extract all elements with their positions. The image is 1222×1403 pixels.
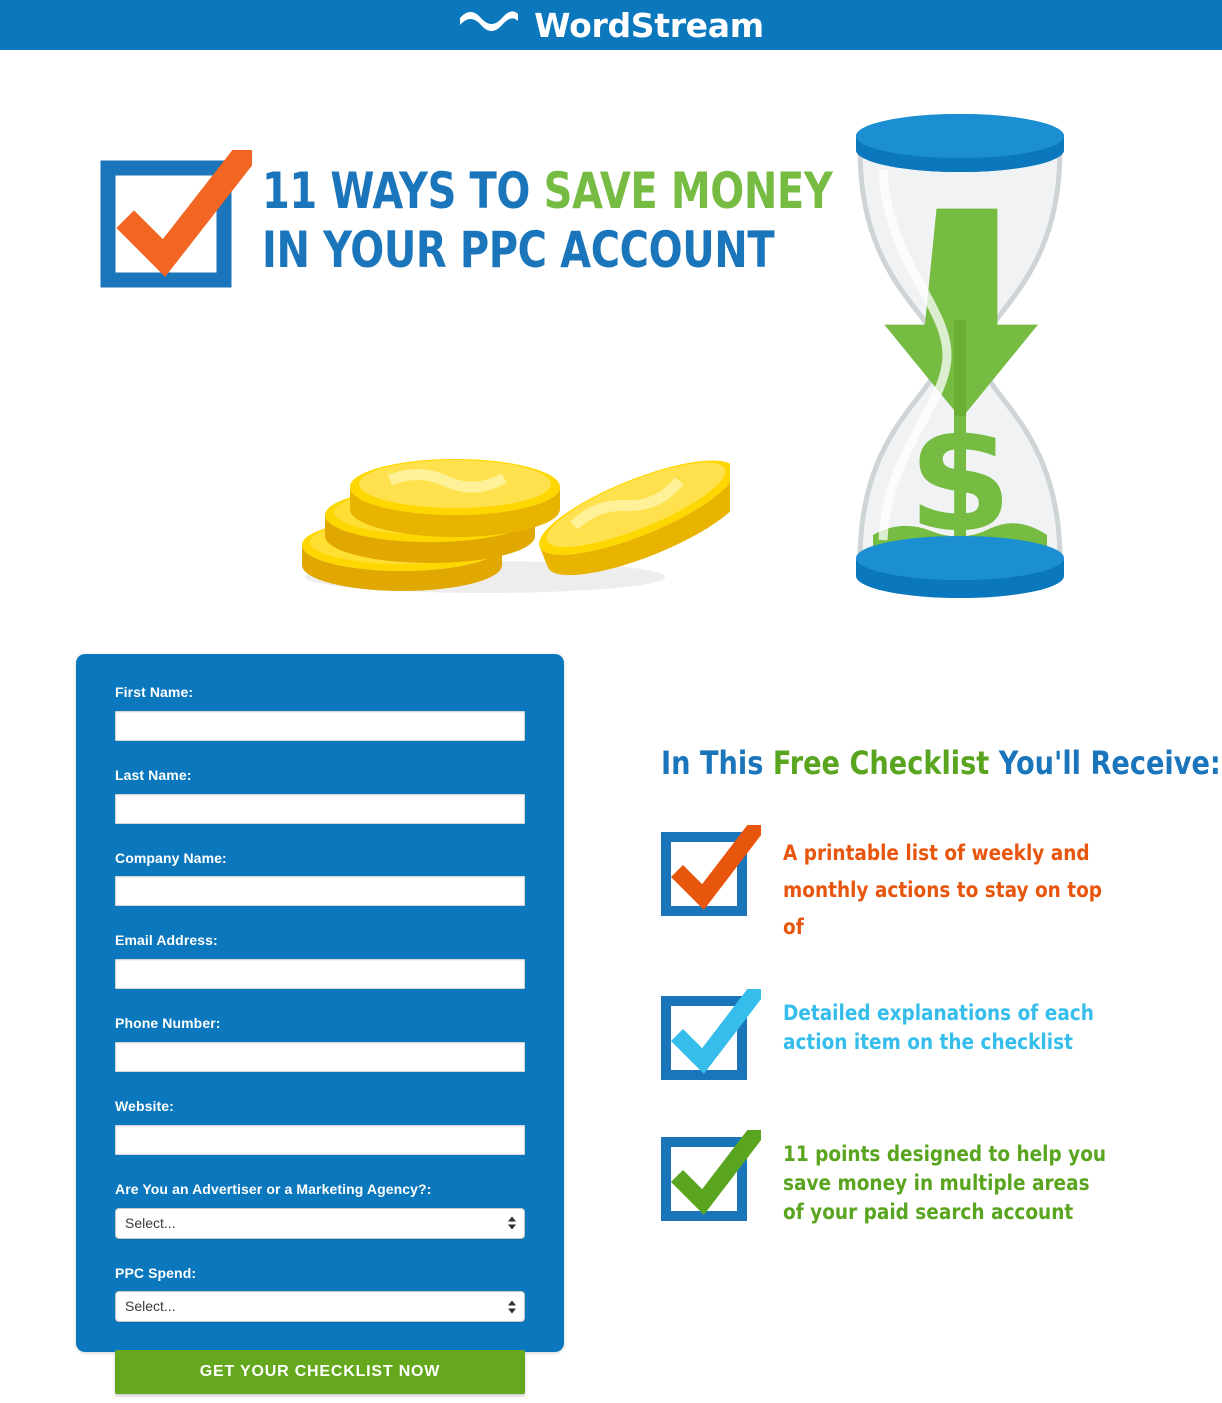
ppc-spend-selected-value[interactable]: Select... xyxy=(115,1291,525,1323)
hourglass-money-illustration: $ xyxy=(835,110,1085,605)
headline-accent: SAVE MONEY xyxy=(543,162,833,220)
label-phone-number: Phone Number: xyxy=(115,1015,221,1032)
benefits-section: In This Free Checklist You'll Receive: A… xyxy=(661,744,1221,1227)
label-advertiser-or-agency: Are You an Advertiser or a Marketing Age… xyxy=(115,1180,432,1197)
checkbox-checked-icon xyxy=(661,817,767,922)
website-input[interactable] xyxy=(115,1124,525,1155)
benefit-item-text: 11 points designed to help you save mone… xyxy=(783,1142,1107,1225)
brand: WordStream xyxy=(458,8,764,43)
label-email-address: Email Address: xyxy=(115,932,218,949)
page-title: 11 WAYS TO SAVE MONEY IN YOUR PPC ACCOUN… xyxy=(262,162,842,279)
submit-button[interactable]: GET YOUR CHECKLIST NOW xyxy=(115,1350,525,1395)
company-name-input[interactable] xyxy=(115,876,525,907)
brand-name: WordStream xyxy=(534,5,764,45)
first-name-input[interactable] xyxy=(115,710,525,741)
checkbox-checked-icon xyxy=(100,140,260,295)
benefit-item: A printable list of weekly and monthly a… xyxy=(661,817,1161,945)
email-address-input[interactable] xyxy=(115,959,525,990)
benefit-item: 11 points designed to help you save mone… xyxy=(661,1122,1161,1227)
advertiser-or-agency-selected-value[interactable]: Select... xyxy=(115,1207,525,1239)
label-website: Website: xyxy=(115,1097,174,1114)
label-ppc-spend: PPC Spend: xyxy=(115,1264,197,1281)
wave-logo-icon xyxy=(458,8,520,43)
benefit-item-text: Detailed explanations of each action ite… xyxy=(783,1001,1094,1055)
phone-number-input[interactable] xyxy=(115,1041,525,1072)
label-first-name: First Name: xyxy=(115,684,194,700)
label-last-name: Last Name: xyxy=(115,766,192,783)
last-name-input[interactable] xyxy=(115,793,525,824)
checkbox-checked-icon xyxy=(661,1122,767,1227)
benefits-title-accent: Free Checklist xyxy=(772,744,990,782)
headline-line-1: 11 WAYS TO SAVE MONEY xyxy=(262,162,833,221)
headline-part-1: 11 WAYS TO xyxy=(262,162,544,220)
gold-coins-illustration xyxy=(270,445,744,600)
label-company-name: Company Name: xyxy=(115,849,227,866)
benefits-title-part-2: You'll Receive: xyxy=(989,744,1221,782)
ppc-spend-select[interactable]: Select... xyxy=(115,1291,525,1323)
checkbox-checked-icon xyxy=(661,981,767,1086)
benefit-item: Detailed explanations of each action ite… xyxy=(661,981,1161,1086)
lead-capture-form: First Name: Last Name: Company Name: Email … xyxy=(76,654,564,1395)
benefits-title-part-1: In This xyxy=(661,744,773,782)
headline-line-2: IN YOUR PPC ACCOUNT xyxy=(262,220,775,279)
benefit-item-text: A printable list of weekly and monthly a… xyxy=(783,841,1103,939)
hero-section: 11 WAYS TO SAVE MONEY IN YOUR PPC ACCOUN… xyxy=(0,50,1222,650)
brand-header-bar: WordStream xyxy=(0,0,1222,50)
advertiser-or-agency-select[interactable]: Select... xyxy=(115,1207,525,1239)
benefits-title: In This Free Checklist You'll Receive: xyxy=(661,744,1221,782)
